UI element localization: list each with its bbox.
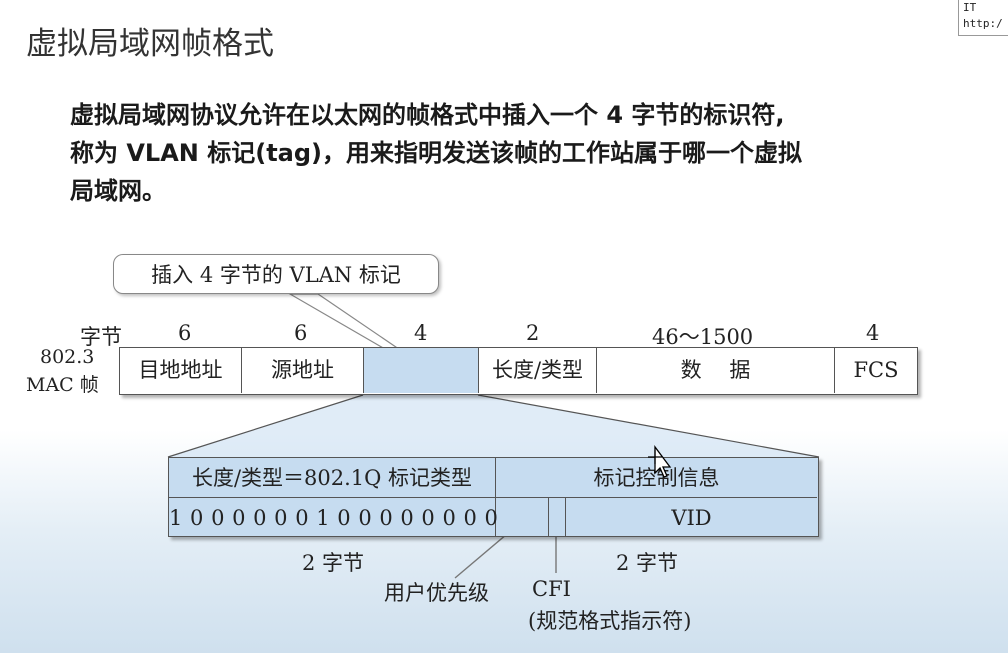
bytes-vlan: 4 — [414, 321, 428, 345]
mac-frame: 目地地址 源地址 长度/类型 数 据 FCS — [119, 347, 918, 395]
field-length-type: 长度/类型 — [479, 348, 597, 393]
tpid-size-label: 2 字节 — [302, 551, 365, 575]
frame-row-label-2: MAC 帧 — [26, 374, 99, 396]
tpid-header: 长度/类型＝802.1Q 标记类型 — [169, 458, 496, 498]
intro-line-2: 称为 VLAN 标记(tag)，用来指明发送该帧的工作站属于哪一个虚拟 — [70, 139, 803, 167]
intro-line-3: 局域网。 — [70, 177, 166, 205]
tpid-bits: 1 0 0 0 0 0 0 1 0 0 0 0 0 0 0 0 — [169, 498, 498, 536]
bytes-fcs: 4 — [866, 321, 880, 345]
field-data: 数 据 — [597, 348, 835, 393]
frame-row-label-1: 802.3 — [40, 346, 95, 368]
vlan-insert-callout: 插入 4 字节的 VLAN 标记 — [113, 254, 439, 294]
corner-line-1: IT — [963, 1, 977, 14]
priority-field — [496, 498, 549, 536]
field-vlan-tag — [364, 348, 479, 393]
bytes-src: 6 — [294, 321, 308, 345]
field-fcs: FCS — [853, 358, 899, 382]
tci-size-label: 2 字节 — [616, 551, 679, 575]
corner-watermark: IT http:/ — [958, 0, 1008, 36]
intro-line-1: 虚拟局域网协议允许在以太网的帧格式中插入一个 4 字节的标识符, — [70, 101, 785, 129]
intro-paragraph: 虚拟局域网协议允许在以太网的帧格式中插入一个 4 字节的标识符, 称为 VLAN… — [70, 96, 1000, 210]
corner-line-2: http:/ — [963, 17, 1003, 30]
field-dest-address: 目地地址 — [120, 348, 242, 393]
field-src-address: 源地址 — [242, 348, 364, 393]
mouse-cursor-icon — [648, 445, 672, 478]
slide-title: 虚拟局域网帧格式 — [26, 26, 274, 62]
vlan-tag-detail: 长度/类型＝802.1Q 标记类型 标记控制信息 1 0 0 0 0 0 0 1… — [168, 457, 819, 537]
vid-field: VID — [671, 506, 712, 530]
priority-label: 用户优先级 — [384, 581, 489, 605]
cfi-description: (规范格式指示符) — [528, 609, 692, 633]
bytes-length-type: 2 — [526, 321, 540, 345]
cfi-label: CFI — [532, 577, 571, 601]
bytes-dest: 6 — [178, 321, 192, 345]
cfi-field — [549, 498, 566, 536]
